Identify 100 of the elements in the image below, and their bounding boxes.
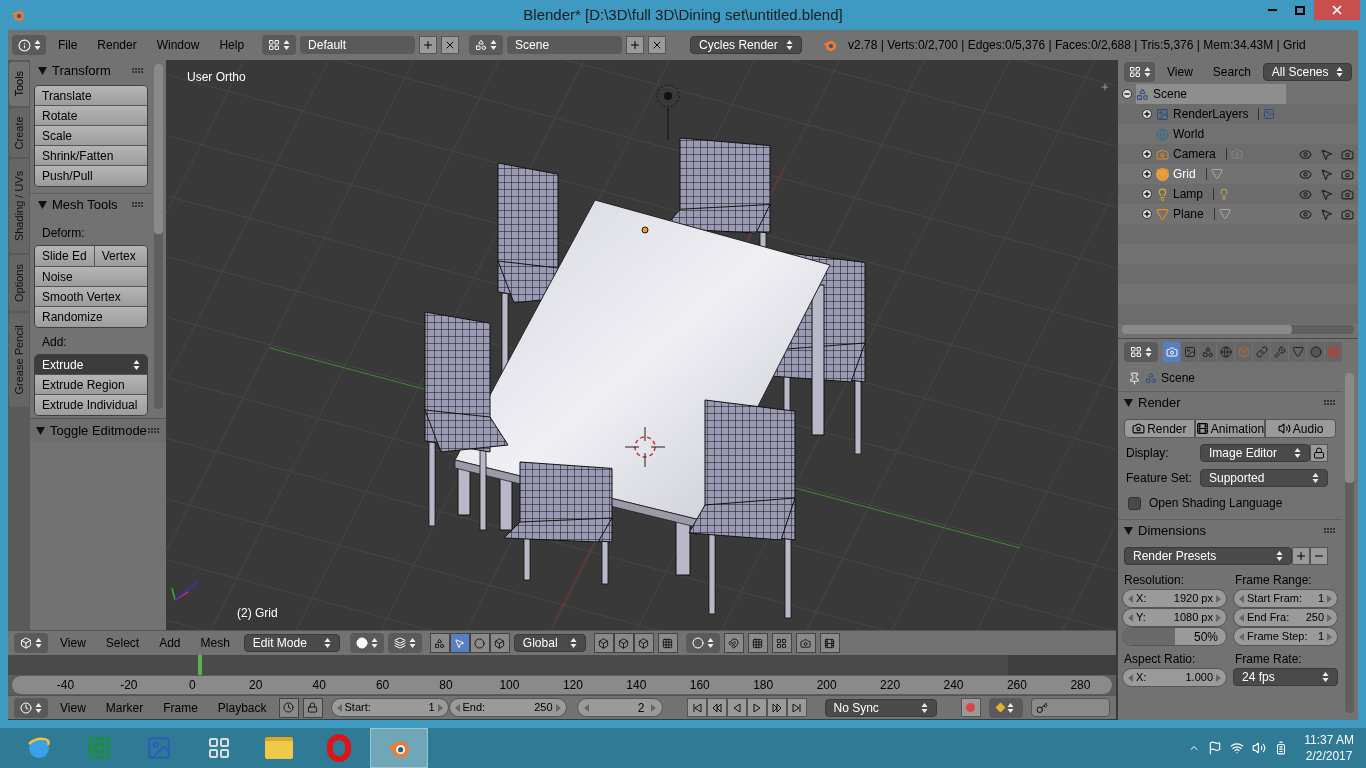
tool-button[interactable]: Noise [35,267,147,287]
layout-field[interactable]: Default [300,36,416,54]
selectability-cursor-icon[interactable] [1320,147,1333,161]
render-presets-dropdown[interactable]: Render Presets [1124,547,1292,565]
resolution-percentage-slider[interactable]: 50% [1122,627,1227,646]
snap-button[interactable] [723,633,744,653]
menu-item[interactable]: View [1159,63,1201,81]
tool-button[interactable]: Shrink/Fatten [35,146,147,166]
scrollbar[interactable] [154,64,163,409]
frame-rate-dropdown[interactable]: 24 fps [1233,668,1338,686]
tool-dropdown[interactable]: Extrude [35,355,147,375]
right-arrow-icon[interactable] [1216,613,1221,622]
manipulator-button[interactable] [429,633,450,653]
render-button[interactable] [795,633,816,653]
drag-handle-icon[interactable] [132,202,144,208]
tool-button[interactable]: Slide Ed [35,246,95,266]
layers-tab[interactable] [1181,342,1198,362]
world-tab[interactable] [1217,342,1234,362]
left-arrow-icon[interactable] [1128,594,1133,603]
outliner-item[interactable]: Camera [1156,144,1222,164]
renderability-camera-icon[interactable] [1341,147,1354,161]
editor-type-button[interactable] [1124,342,1158,362]
menu-item[interactable]: File [50,36,86,54]
right-arrow-icon[interactable] [1216,673,1221,682]
render-engine-dropdown[interactable]: Cycles Render [690,36,803,54]
expand-icon[interactable] [1142,169,1152,179]
shading-dropdown[interactable] [349,633,384,653]
remove-preset-button[interactable] [1310,547,1328,565]
render-action-button[interactable]: Audio [1265,419,1336,438]
visibility-eye-icon[interactable] [1299,167,1312,181]
right-arrow-icon[interactable] [1327,632,1332,641]
modifiers-tab[interactable] [1271,342,1288,362]
menu-item[interactable]: Help [211,36,253,54]
orientation-dropdown[interactable]: Global [513,634,586,652]
outliner-item[interactable]: Plane [1156,204,1210,224]
resolution-y-field[interactable]: Y: 1080 px [1122,608,1227,627]
layout-selector-button[interactable] [262,35,297,55]
selectability-cursor-icon[interactable] [1320,187,1333,201]
left-arrow-icon[interactable] [1128,613,1133,622]
outliner-item[interactable]: Grid [1156,164,1202,184]
frame-ruler[interactable]: -40 -20 0 20 40 60 80 100 120 140 160 180 200 220 240 260 280 [12,676,1112,694]
menu-item[interactable]: Search [1204,63,1259,81]
face-select-button[interactable] [633,633,654,653]
right-arrow-icon[interactable] [437,703,443,712]
mesh-data-icon[interactable] [1210,168,1223,180]
tool-button[interactable]: Translate [35,86,147,106]
taskbar-button[interactable] [370,728,428,768]
scene-selector-button[interactable] [469,35,504,55]
renderability-camera-icon[interactable] [1341,207,1354,221]
add-preset-button[interactable] [1292,547,1310,565]
scene-field[interactable]: Scene [507,36,623,54]
add-button[interactable] [626,36,645,54]
right-arrow-icon[interactable] [650,703,656,712]
preview-range-button[interactable] [278,697,299,718]
mesh-data-icon[interactable] [1218,208,1231,220]
expand-icon[interactable] [1142,149,1152,159]
panel-title[interactable]: Mesh Tools [52,195,118,215]
renderability-camera-icon[interactable] [1341,187,1354,201]
render-tab[interactable] [1163,342,1180,362]
visibility-eye-icon[interactable] [1299,207,1312,221]
feature-set-dropdown[interactable]: Supported [1200,469,1328,487]
sync-dropdown[interactable]: No Sync [824,698,937,717]
tool-button[interactable]: Push/Pull [35,166,147,186]
scene-tab[interactable] [1199,342,1216,362]
data-tab[interactable] [1289,342,1306,362]
left-arrow-icon[interactable] [1239,613,1244,622]
tool-button[interactable]: Extrude Individual [35,395,147,415]
layers-button[interactable] [771,633,792,653]
constraints-tab[interactable] [1253,342,1270,362]
right-arrow-icon[interactable] [1327,613,1332,622]
collapse-triangle-icon[interactable] [36,426,45,435]
edge-select-button[interactable] [613,633,634,653]
drag-handle-icon[interactable] [1324,527,1336,534]
remove-button[interactable] [648,36,667,54]
scrollbar[interactable] [1345,373,1354,713]
vertex-select-button[interactable] [593,633,614,653]
menu-item[interactable]: Select [97,634,148,652]
lock-button[interactable] [1310,444,1328,462]
visibility-eye-icon[interactable] [1299,187,1312,201]
snap-element-button[interactable] [747,633,768,653]
close-button[interactable] [1314,0,1360,20]
expand-icon[interactable] [1142,109,1152,119]
display-dropdown[interactable]: Image Editor [1200,444,1310,462]
left-arrow-icon[interactable] [1239,594,1244,603]
resolution-x-field[interactable]: X: 1920 px [1122,589,1227,608]
visibility-eye-icon[interactable] [1299,147,1312,161]
drag-handle-icon[interactable] [1324,399,1336,406]
menu-item[interactable]: Render [89,36,145,54]
keying-set-field[interactable] [1030,698,1110,717]
editor-type-button[interactable] [14,633,48,653]
collapse-icon[interactable] [1122,89,1132,99]
right-arrow-icon[interactable] [555,703,561,712]
current-frame-marker[interactable] [198,655,202,675]
remove-button[interactable] [441,36,460,54]
right-arrow-icon[interactable] [1327,594,1332,603]
proportional-edit-dropdown[interactable] [685,633,720,653]
outliner-item[interactable]: RenderLayers [1156,104,1255,124]
menu-item[interactable]: Frame [155,698,206,717]
start-frame-field[interactable]: Start: 1 [330,698,449,717]
horizontal-scrollbar[interactable] [1122,325,1354,334]
